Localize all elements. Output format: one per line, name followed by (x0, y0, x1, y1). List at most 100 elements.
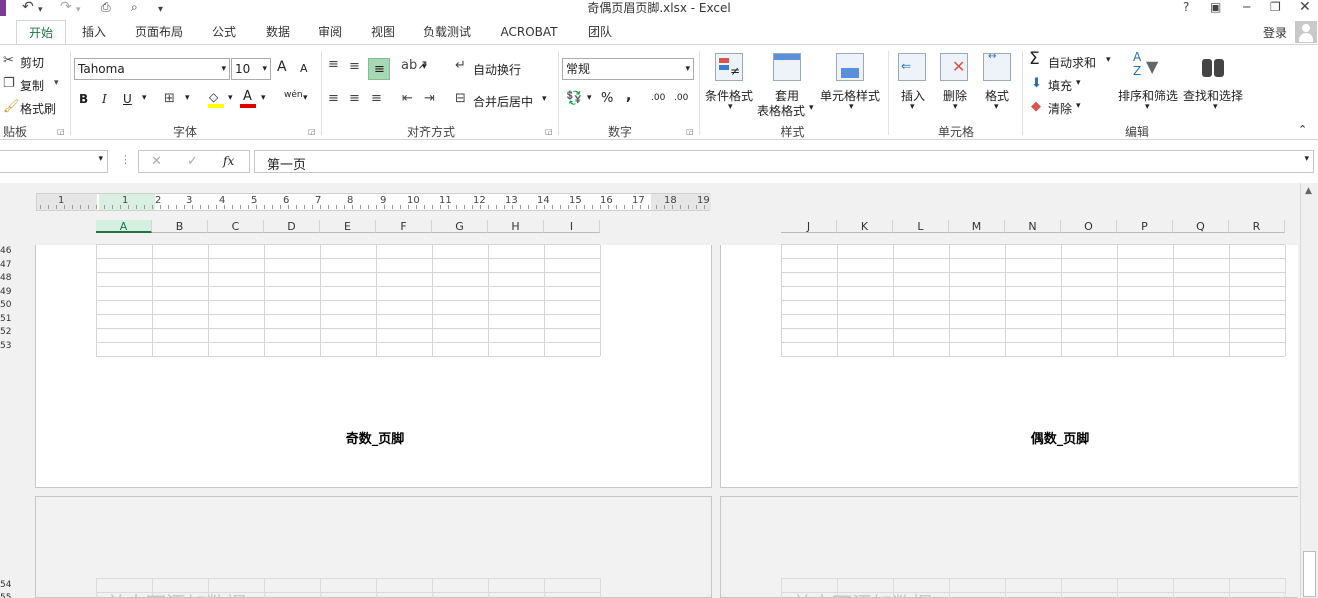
tab-data[interactable]: 数据 (256, 20, 300, 44)
tab-acrobat[interactable]: ACROBAT (494, 20, 564, 44)
expand-formula-icon[interactable]: ▾ (1304, 154, 1309, 164)
fill-color-icon[interactable]: ◇ (208, 90, 224, 108)
column-header-m[interactable]: M (949, 220, 1005, 233)
font-size-box[interactable]: 10 ▾ (231, 58, 271, 80)
row-header[interactable]: 48 (0, 274, 14, 283)
font-name-dropdown-icon[interactable]: ▾ (221, 59, 226, 79)
enter-icon[interactable]: ✓ (187, 154, 198, 169)
currency-icon[interactable]: 💱 (566, 91, 582, 107)
column-header-e[interactable]: E (320, 220, 376, 233)
autosum-dropdown-icon[interactable]: ▾ (1106, 55, 1111, 65)
bold-button[interactable]: B (79, 92, 88, 106)
row-header[interactable]: 49 (0, 287, 14, 297)
delete-dropdown-icon[interactable]: ▾ (953, 102, 958, 112)
italic-button[interactable]: I (102, 92, 107, 106)
alignment-launcher-icon[interactable]: ◲ (545, 127, 553, 136)
ribbon-display-icon[interactable]: ▣ (1210, 0, 1221, 15)
row-header[interactable]: 46 (0, 247, 14, 256)
copy-dropdown-icon[interactable]: ▾ (54, 78, 59, 88)
insert-dropdown-icon[interactable]: ▾ (910, 102, 915, 112)
name-box[interactable]: ▾ (0, 150, 108, 173)
collapse-ribbon-icon[interactable]: ⌃ (1298, 123, 1307, 136)
decrease-indent-icon[interactable]: ⇤ (402, 91, 413, 107)
column-header-q[interactable]: Q (1173, 220, 1229, 233)
percent-button[interactable]: % (601, 91, 613, 106)
formula-input[interactable]: 第一页 ▾ (254, 150, 1314, 173)
tab-formulas[interactable]: 公式 (202, 20, 246, 44)
column-header-h[interactable]: H (488, 220, 544, 233)
clear-dropdown-icon[interactable]: ▾ (1076, 101, 1081, 111)
format-as-table-label-2[interactable]: 表格格式 (757, 102, 805, 119)
number-format-box[interactable]: 常规 ▾ (562, 58, 694, 80)
insert-function-button[interactable]: fx (223, 154, 234, 168)
vertical-scrollbar[interactable]: ▲ (1300, 183, 1318, 598)
borders-icon[interactable]: ⊞ (164, 91, 175, 107)
fill-button[interactable]: 填充 (1048, 77, 1072, 94)
align-left-icon[interactable]: ≡ (328, 91, 339, 107)
align-top-icon[interactable]: ≡ (328, 57, 339, 73)
decrease-decimal-button[interactable]: .00 (674, 93, 688, 103)
tab-home[interactable]: 开始 (16, 20, 66, 44)
borders-dropdown-icon[interactable]: ▾ (185, 93, 190, 103)
close-icon[interactable]: ✕ (1299, 0, 1311, 15)
odd-page-footer[interactable]: 奇数_页脚 (300, 428, 450, 447)
clear-button[interactable]: 清除 (1048, 100, 1072, 117)
font-color-dropdown-icon[interactable]: ▾ (261, 93, 266, 103)
column-header-a[interactable]: A (96, 220, 152, 233)
row-header[interactable]: 47 (0, 260, 14, 270)
help-icon[interactable]: ? (1183, 0, 1189, 15)
column-header-j[interactable]: J (781, 220, 837, 233)
grow-font-button[interactable]: A (277, 59, 287, 75)
minimize-icon[interactable]: ─ (1243, 0, 1250, 15)
row-header[interactable]: 53 (0, 341, 14, 351)
tab-insert[interactable]: 插入 (72, 20, 116, 44)
format-dropdown-icon[interactable]: ▾ (994, 102, 999, 112)
tab-team[interactable]: 团队 (578, 20, 622, 44)
column-header-i[interactable]: I (544, 220, 600, 233)
name-box-dropdown-icon[interactable]: ▾ (98, 154, 103, 164)
row-header[interactable]: 50 (0, 301, 14, 310)
column-header-d[interactable]: D (264, 220, 320, 233)
scroll-up-icon[interactable]: ▲ (1305, 186, 1312, 196)
currency-dropdown-icon[interactable]: ▾ (587, 93, 592, 103)
merge-center-button[interactable]: 合并后居中 (473, 93, 533, 110)
underline-button[interactable]: U (123, 92, 132, 106)
column-header-f[interactable]: F (376, 220, 432, 233)
row-header[interactable]: 54 (0, 581, 14, 590)
merge-dropdown-icon[interactable]: ▾ (542, 94, 547, 104)
conditional-dropdown-icon[interactable]: ▾ (728, 102, 733, 112)
align-bottom-button[interactable]: ≡ (368, 58, 390, 80)
font-color-icon[interactable]: A (240, 89, 256, 108)
copy-button[interactable]: 复制 (20, 77, 44, 94)
formula-bar-handle-icon[interactable]: ⋮ (120, 153, 131, 166)
orientation-dropdown-icon[interactable]: ▾ (422, 62, 427, 72)
format-painter-button[interactable]: 格式刷 (20, 100, 56, 117)
underline-dropdown-icon[interactable]: ▾ (142, 93, 147, 103)
increase-decimal-button[interactable]: .00 (651, 93, 665, 103)
clipboard-launcher-icon[interactable]: ◲ (57, 127, 65, 136)
find-dropdown-icon[interactable]: ▾ (1213, 102, 1218, 112)
row-header[interactable]: 52 (0, 328, 14, 337)
font-launcher-icon[interactable]: ◲ (308, 127, 316, 136)
cell-styles-dropdown-icon[interactable]: ▾ (849, 102, 854, 112)
column-header-c[interactable]: C (208, 220, 264, 233)
comma-button[interactable]: , (626, 88, 631, 104)
even-page-footer[interactable]: 偶数_页脚 (985, 428, 1135, 447)
format-table-dropdown-icon[interactable]: ▾ (809, 103, 814, 113)
column-header-n[interactable]: N (1005, 220, 1061, 233)
tab-page-layout[interactable]: 页面布局 (128, 20, 190, 44)
wrap-text-button[interactable]: 自动换行 (473, 61, 521, 78)
sort-dropdown-icon[interactable]: ▾ (1145, 102, 1150, 112)
cut-button[interactable]: 剪切 (20, 54, 44, 71)
shrink-font-button[interactable]: A (300, 62, 308, 75)
increase-indent-icon[interactable]: ⇥ (424, 91, 435, 107)
phonetic-dropdown-icon[interactable]: ▾ (303, 93, 308, 103)
tab-review[interactable]: 审阅 (308, 20, 352, 44)
sign-in-link[interactable]: 登录 (1263, 24, 1287, 41)
autosum-button[interactable]: 自动求和 (1048, 54, 1096, 71)
avatar[interactable] (1295, 21, 1317, 43)
cancel-icon[interactable]: ✕ (151, 154, 162, 169)
scrollbar-thumb[interactable] (1303, 551, 1316, 597)
tab-view[interactable]: 视图 (361, 20, 405, 44)
column-header-r[interactable]: R (1229, 220, 1285, 233)
